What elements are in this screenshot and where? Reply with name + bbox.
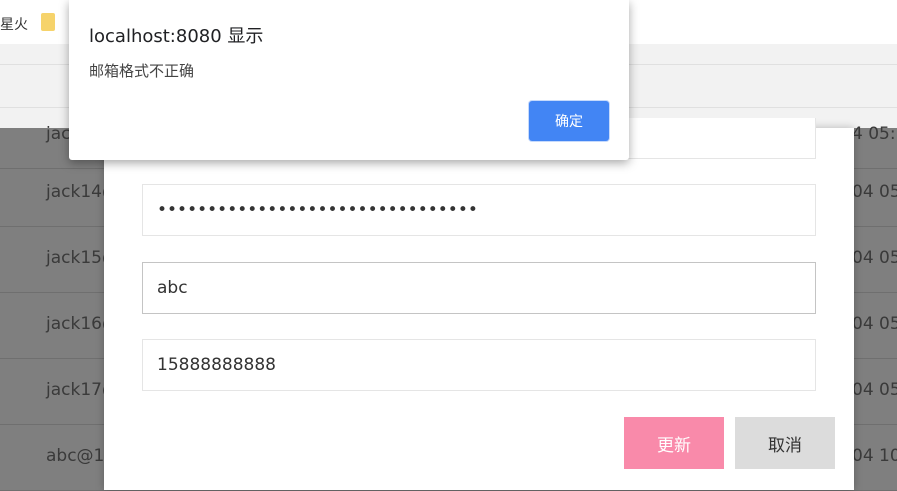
alert-title: localhost:8080 显示 — [89, 26, 264, 47]
ok-button[interactable]: 确定 — [529, 101, 609, 141]
edit-user-modal: 更新 取消 — [104, 118, 854, 490]
cancel-button[interactable]: 取消 — [735, 417, 835, 469]
row-time: 04 05: — [852, 248, 897, 268]
row-time: 04 05: — [852, 182, 897, 202]
row-time: 4 05: — [852, 124, 896, 144]
password-field[interactable] — [142, 184, 816, 236]
alert-dialog: localhost:8080 显示 邮箱格式不正确 确定 — [69, 0, 629, 160]
update-button[interactable]: 更新 — [624, 417, 724, 469]
bookmark-item[interactable]: 星火 — [0, 14, 28, 34]
row-time: 04 05: — [852, 314, 897, 334]
row-email: abc@1 — [46, 446, 105, 466]
email-field[interactable] — [142, 262, 816, 314]
phone-field[interactable] — [142, 339, 816, 391]
row-time: 04 10: — [852, 446, 897, 466]
row-time: 04 05: — [852, 380, 897, 400]
folder-icon[interactable] — [41, 13, 55, 31]
alert-message: 邮箱格式不正确 — [89, 62, 195, 80]
